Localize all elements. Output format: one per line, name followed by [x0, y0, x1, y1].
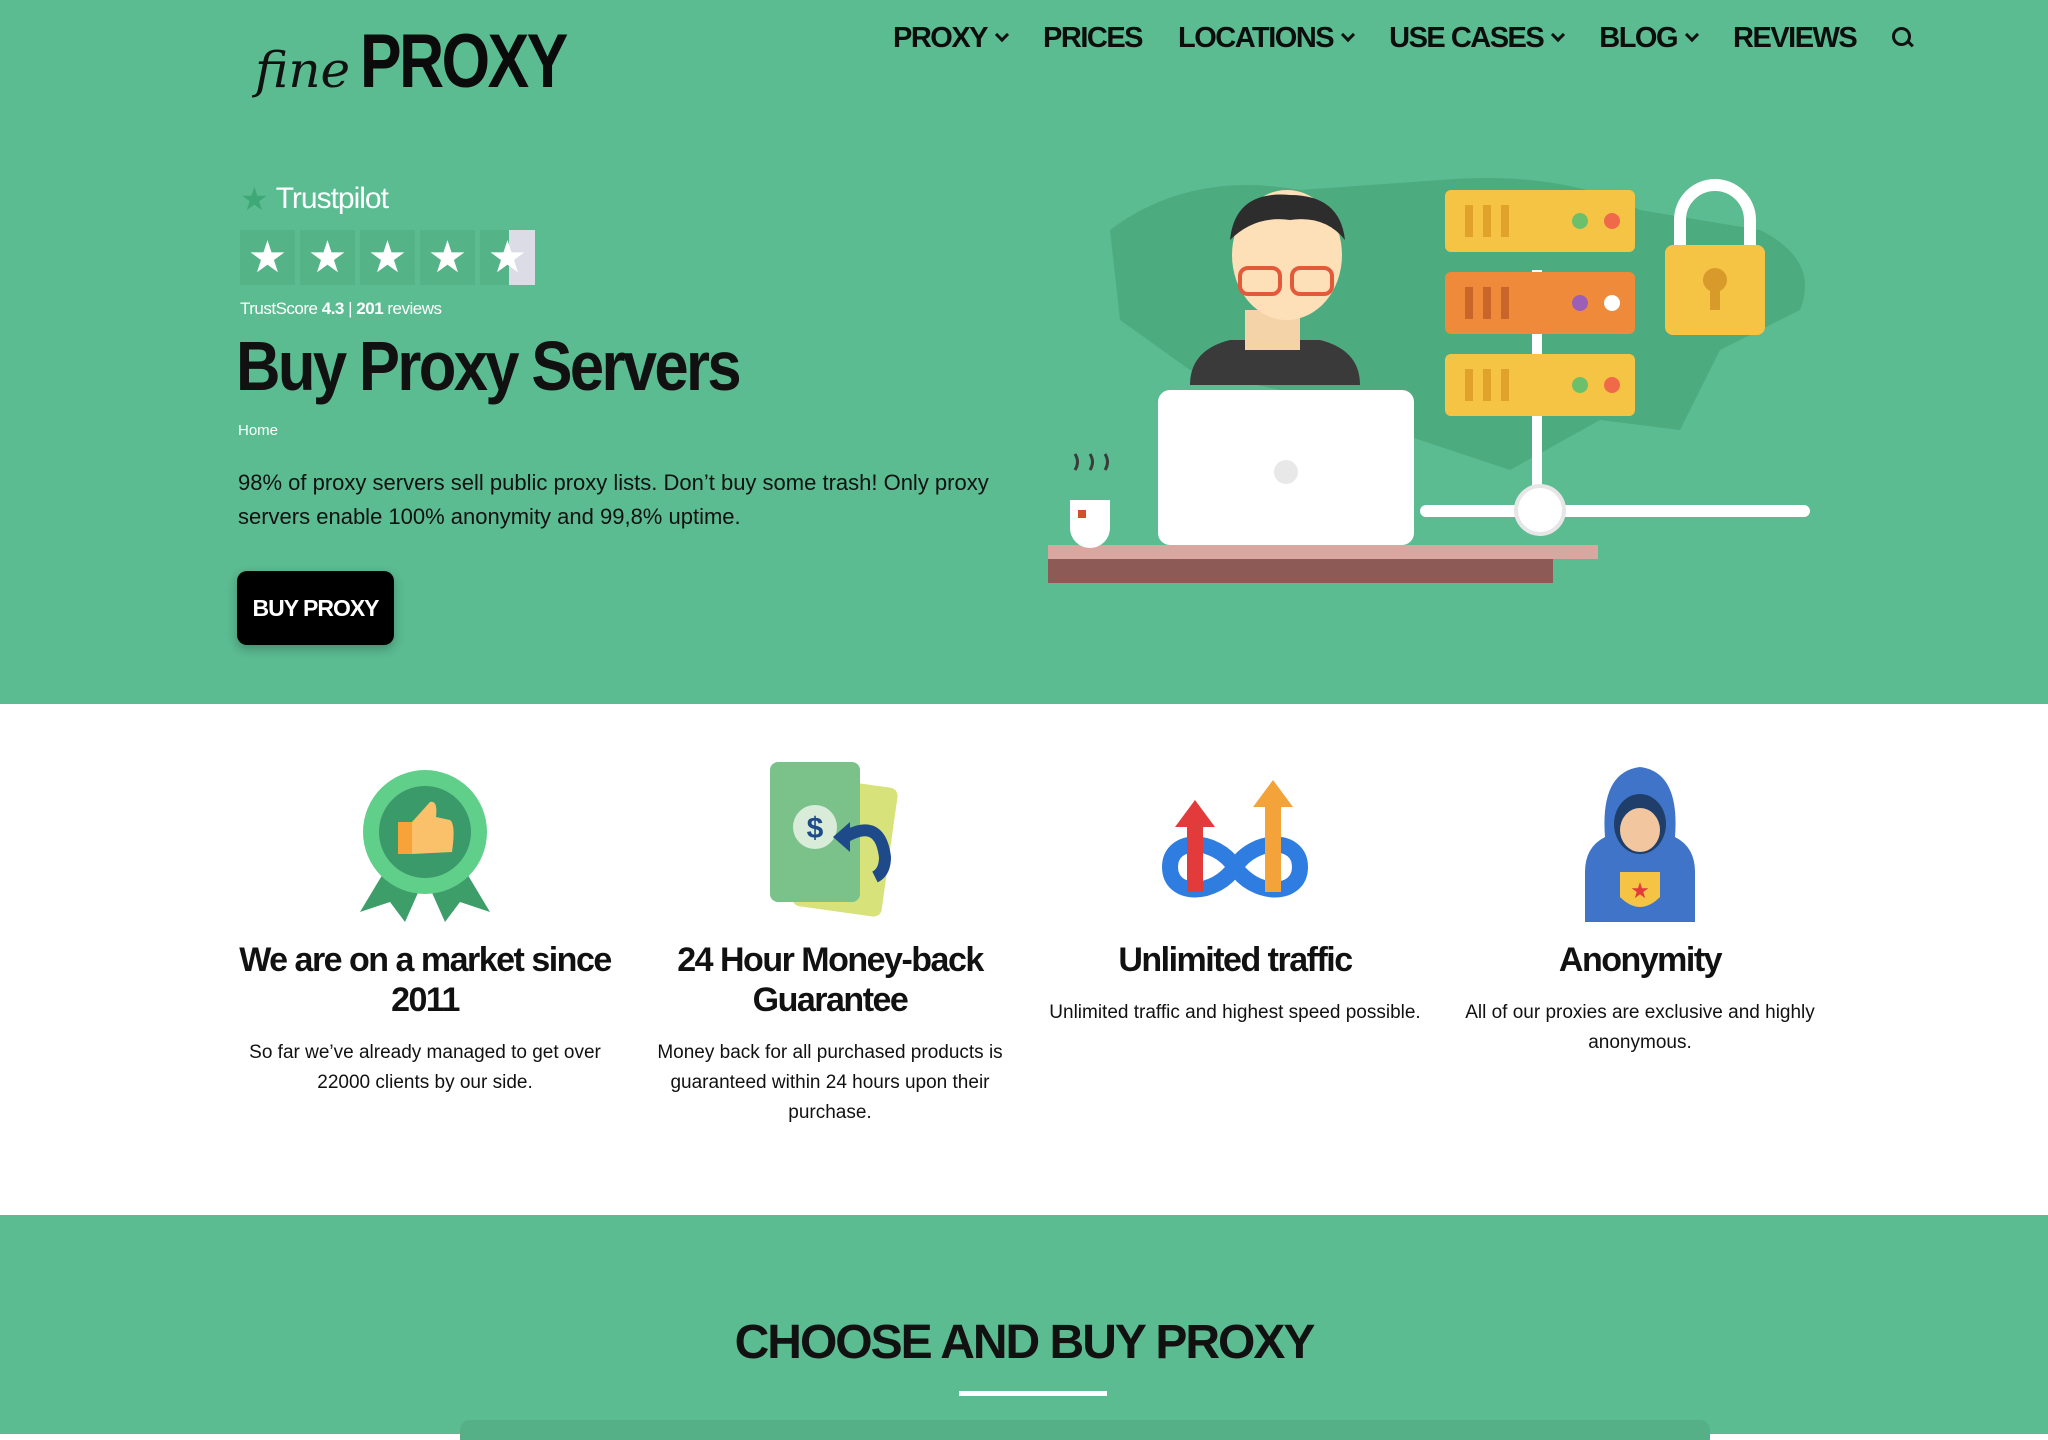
- star-icon: ★: [420, 230, 475, 285]
- star-icon: ★: [360, 230, 415, 285]
- nav-proxy[interactable]: PROXY: [893, 21, 1010, 55]
- nav-locations[interactable]: LOCATIONS: [1178, 21, 1356, 55]
- half-star-icon: ★: [480, 230, 535, 285]
- chevron-down-icon: [994, 27, 1010, 43]
- star-icon: ★: [240, 230, 295, 285]
- feature-text: So far we’ve already managed to get over…: [249, 1042, 601, 1093]
- page-title: Buy Proxy Servers: [236, 327, 742, 405]
- nav-label: PROXY: [893, 21, 989, 54]
- feature-text: Unlimited traffic and highest speed poss…: [1049, 1002, 1421, 1023]
- nav-blog[interactable]: BLOG: [1599, 21, 1700, 55]
- logo-proxy: PROXY: [360, 19, 568, 104]
- award-thumbs-up-icon: [360, 770, 490, 922]
- search-icon[interactable]: [1892, 27, 1914, 49]
- feature-text: All of our proxies are exclusive and hig…: [1465, 1002, 1815, 1053]
- reviews-label: reviews: [387, 299, 442, 318]
- nav-prices[interactable]: PRICES: [1043, 21, 1143, 55]
- nav-use-cases[interactable]: USE CASES: [1389, 21, 1566, 55]
- main-nav: PROXY PRICES LOCATIONS USE CASES BLOG RE…: [893, 18, 1914, 58]
- feature-money-back: $ 24 Hour Money-back Guarantee Money bac…: [640, 762, 1020, 1128]
- feature-unlimited-traffic: Unlimited traffic Unlimited traffic and …: [1045, 762, 1425, 1028]
- logo[interactable]: fine PROXY: [255, 18, 611, 105]
- buy-proxy-button[interactable]: BUY PROXY: [237, 571, 394, 645]
- feature-title: Anonymity: [1558, 941, 1723, 979]
- title-underline: [959, 1391, 1107, 1396]
- nav-label: USE CASES: [1389, 21, 1545, 54]
- trustpilot-star-icon: ★: [240, 181, 269, 217]
- trustpilot-brand: Trustpilot: [275, 182, 389, 215]
- feature-text: Money back for all purchased products is…: [657, 1042, 1003, 1123]
- trustscore-label: TrustScore: [240, 299, 318, 318]
- feature-market: We are on a market since 2011 So far we’…: [235, 762, 615, 1098]
- proxy-servers-illustration: [1048, 178, 1810, 583]
- star-icon: ★: [300, 230, 355, 285]
- chevron-down-icon: [1551, 27, 1566, 43]
- anonymous-hood-icon: ★: [1585, 767, 1695, 922]
- section-title: CHOOSE AND BUY PROXY: [734, 1316, 1316, 1369]
- nav-reviews[interactable]: REVIEWS: [1733, 21, 1858, 55]
- nav-label: BLOG: [1599, 21, 1678, 54]
- money-back-icon: $: [770, 762, 898, 917]
- chevron-down-icon: [1341, 27, 1356, 43]
- nav-label: REVIEWS: [1733, 21, 1858, 54]
- hero-lead: 98% of proxy servers sell public proxy l…: [238, 470, 989, 529]
- chevron-down-icon: [1684, 27, 1700, 43]
- feature-anonymity: ★ Anonymity All of our proxies are exclu…: [1450, 762, 1830, 1058]
- separator: |: [348, 299, 353, 318]
- choose-section: CHOOSE AND BUY PROXY: [0, 1215, 2048, 1440]
- trustscore-value: 4.3: [321, 299, 345, 318]
- trustpilot-widget[interactable]: ★ Trustpilot ★ ★ ★ ★ ★ TrustScore 4.3 | 2…: [240, 180, 535, 319]
- svg-text:$: $: [807, 812, 824, 845]
- pricing-card-top: [460, 1420, 1710, 1440]
- reviews-count: 201: [356, 299, 384, 318]
- feature-title: Unlimited traffic: [1118, 941, 1353, 979]
- feature-title: We are on a market since 2011: [239, 941, 612, 1019]
- feature-title: 24 Hour Money-back Guarantee: [677, 941, 984, 1019]
- logo-fine: fine: [255, 41, 351, 99]
- nav-label: PRICES: [1043, 21, 1143, 54]
- unlimited-traffic-icon: [1161, 780, 1309, 898]
- features-section: We are on a market since 2011 So far we’…: [0, 704, 2048, 1215]
- svg-text:★: ★: [1630, 878, 1650, 903]
- breadcrumb-home[interactable]: Home: [238, 422, 278, 439]
- nav-label: LOCATIONS: [1178, 21, 1335, 54]
- trustscore: TrustScore 4.3 | 201 reviews: [240, 299, 535, 319]
- hero-section: fine PROXY PROXY PRICES LOCATIONS USE CA…: [0, 0, 2048, 704]
- trustpilot-rating: ★ ★ ★ ★ ★: [240, 230, 535, 285]
